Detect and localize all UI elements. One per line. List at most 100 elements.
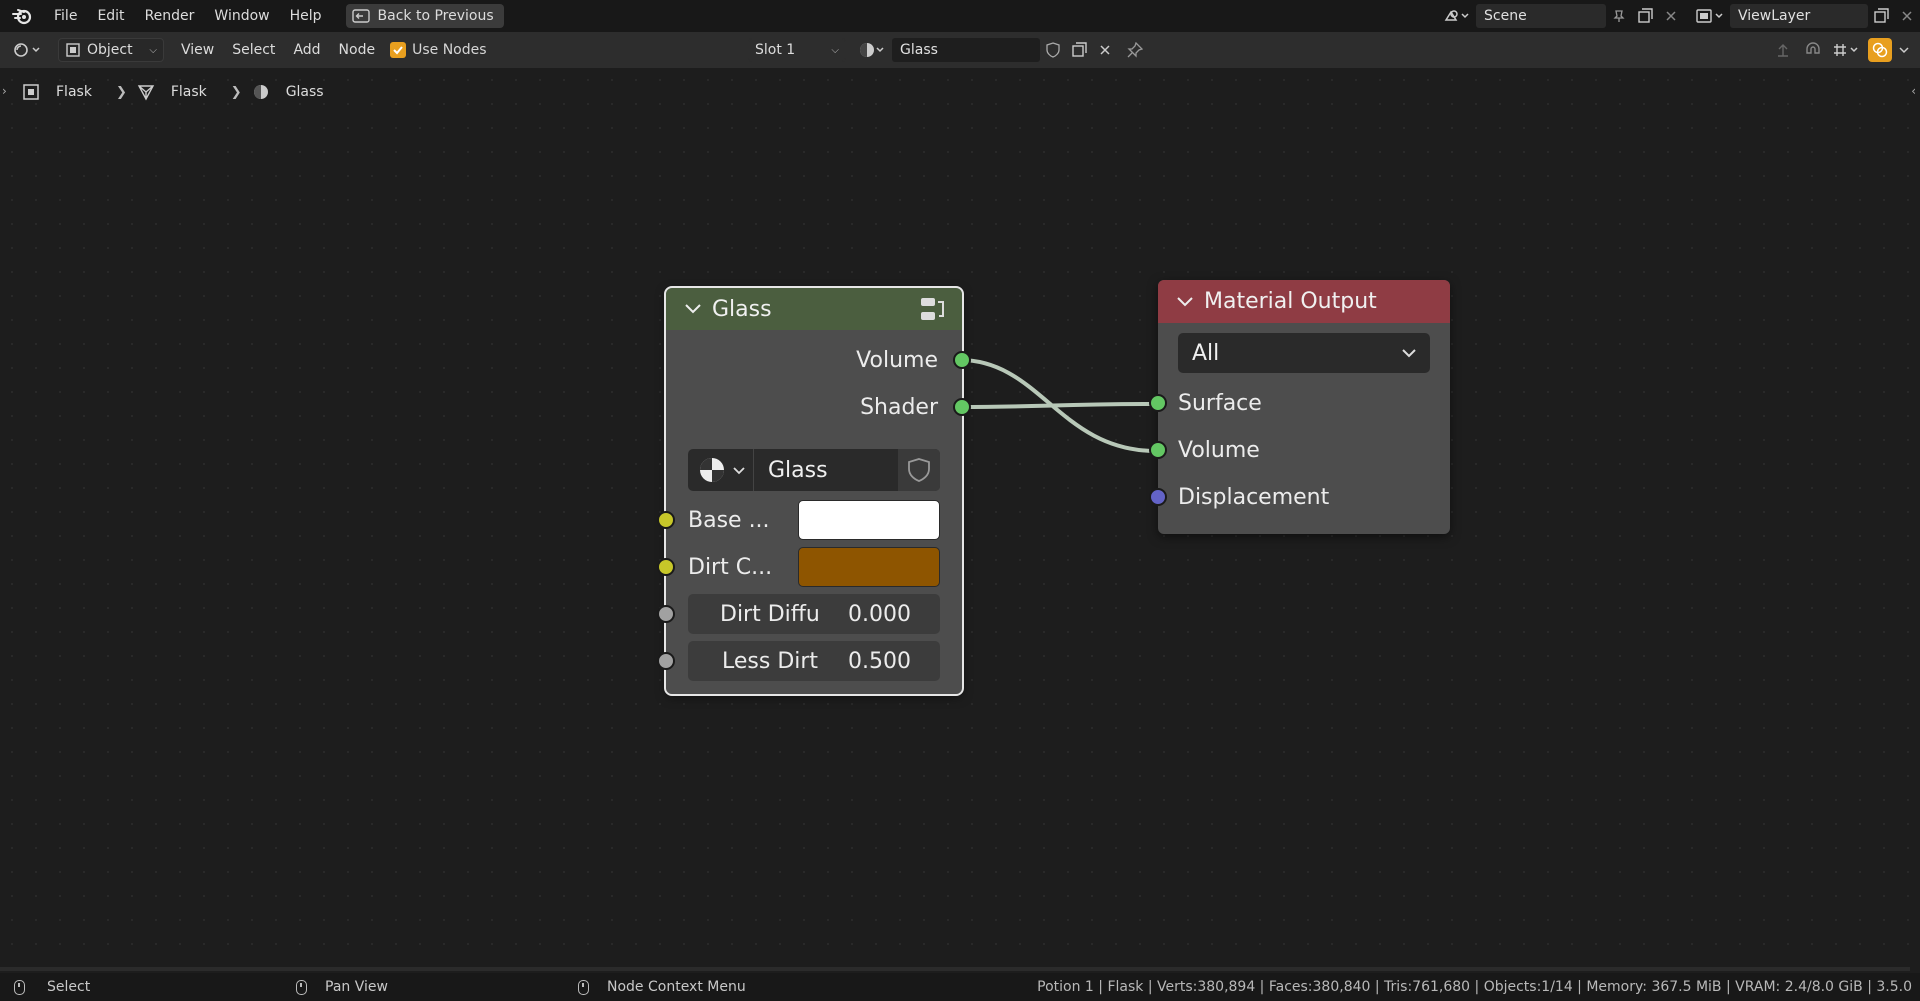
- glass-group-node[interactable]: Glass Volume Shader Glass Base ... Dirt …: [657, 286, 971, 696]
- mouse-right-icon: [578, 979, 589, 995]
- new-view-layer-icon[interactable]: [1868, 4, 1894, 28]
- input-displacement-socket[interactable]: [1149, 488, 1167, 506]
- mesh-icon: [137, 85, 155, 101]
- material-output-header[interactable]: Material Output: [1158, 280, 1450, 323]
- collapse-chevron-icon[interactable]: [684, 303, 702, 315]
- dirt-color-swatch[interactable]: [798, 547, 940, 587]
- new-material-icon[interactable]: [1066, 38, 1092, 62]
- fake-user-button[interactable]: [898, 449, 940, 491]
- status-select-hint: Select: [14, 979, 90, 995]
- view-layer-browse-icon[interactable]: [1690, 4, 1730, 28]
- base-color-swatch[interactable]: [798, 500, 940, 540]
- mouse-middle-icon: [296, 979, 307, 995]
- scene-statistics: Potion 1 | Flask | Verts:380,894 | Faces…: [1037, 979, 1912, 995]
- scene-name: Scene: [1484, 8, 1527, 24]
- material-output-node[interactable]: Material Output All Surface Volume Displ…: [1149, 280, 1450, 534]
- material-name-field[interactable]: Glass: [892, 38, 1040, 62]
- input-base-color-row: Base ...: [688, 505, 770, 535]
- status-bar: Select Pan View Node Context Menu Potion…: [0, 973, 1920, 1001]
- material-icon: [699, 458, 724, 482]
- unlink-material-icon[interactable]: [1092, 38, 1118, 62]
- material-icon: [253, 85, 268, 99]
- sidebar-toggle-right[interactable]: ‹: [1911, 84, 1916, 98]
- blender-logo-icon[interactable]: [0, 0, 44, 32]
- dirt-diffuse-field[interactable]: Dirt Diffu 0.000: [688, 594, 940, 634]
- editor-type-icon[interactable]: [8, 38, 48, 62]
- pin-icon[interactable]: [1122, 38, 1148, 62]
- object-type-dropdown[interactable]: Object ⌵: [58, 38, 164, 62]
- sidebar-toggle-left[interactable]: ›: [2, 84, 7, 98]
- overlays-dropdown-icon[interactable]: [1896, 38, 1912, 62]
- slot-dropdown[interactable]: Slot 1 ⌵: [748, 38, 846, 62]
- menu-window[interactable]: Window: [204, 0, 279, 32]
- glass-node-header[interactable]: Glass: [666, 288, 962, 330]
- input-volume-socket[interactable]: [1149, 441, 1167, 459]
- dirt-diffuse-value: 0.000: [848, 601, 911, 627]
- dirt-diffuse-label: Dirt Diffu: [720, 601, 820, 627]
- snap-icon[interactable]: [1800, 38, 1826, 62]
- menu-select[interactable]: Select: [223, 42, 284, 58]
- slot-label: Slot 1: [755, 42, 796, 58]
- group-name: Glass: [768, 457, 828, 483]
- glass-node-title: Glass: [712, 296, 772, 322]
- shield-icon: [908, 458, 930, 482]
- breadcrumb-mesh: Flask: [170, 84, 207, 100]
- input-dirt-color-socket[interactable]: [657, 558, 675, 576]
- status-pan-label: Pan View: [325, 979, 388, 995]
- chevron-down-icon: ⌵: [149, 44, 157, 56]
- view-layer-field[interactable]: ViewLayer: [1730, 4, 1868, 28]
- output-target-dropdown[interactable]: All: [1178, 333, 1430, 373]
- horizontal-scrollbar[interactable]: [0, 967, 1910, 971]
- node-group-selector[interactable]: Glass: [688, 449, 940, 491]
- output-shader-socket[interactable]: [953, 398, 971, 416]
- chevron-down-icon: [732, 467, 745, 475]
- status-context-hint: Node Context Menu: [578, 979, 746, 995]
- input-base-color-label: Base ...: [688, 507, 770, 533]
- menu-render[interactable]: Render: [135, 0, 205, 32]
- input-surface-label: Surface: [1178, 390, 1262, 416]
- input-less-dirt-socket[interactable]: [657, 652, 675, 670]
- input-dirt-diffuse-socket[interactable]: [657, 605, 675, 623]
- less-dirt-value: 0.500: [848, 648, 911, 674]
- delete-scene-icon[interactable]: [1658, 4, 1684, 28]
- menu-add[interactable]: Add: [284, 42, 329, 58]
- input-volume-label: Volume: [1178, 437, 1260, 463]
- new-scene-icon[interactable]: [1632, 4, 1658, 28]
- output-volume-row: Volume: [856, 345, 938, 375]
- menu-file[interactable]: File: [44, 0, 87, 32]
- less-dirt-field[interactable]: Less Dirt 0.500: [688, 641, 940, 681]
- input-base-color-socket[interactable]: [657, 511, 675, 529]
- collapse-chevron-icon[interactable]: [1176, 296, 1194, 308]
- back-to-previous-button[interactable]: Back to Previous: [345, 4, 504, 28]
- material-name: Glass: [900, 42, 938, 58]
- status-pan-hint: Pan View: [296, 979, 388, 995]
- scene-field[interactable]: Scene: [1476, 4, 1606, 28]
- delete-view-layer-icon[interactable]: [1894, 4, 1920, 28]
- back-to-previous-label: Back to Previous: [377, 8, 494, 24]
- use-nodes-checkbox[interactable]: [390, 42, 407, 58]
- material-output-title: Material Output: [1204, 289, 1377, 314]
- overlays-icon[interactable]: [1868, 38, 1892, 62]
- menu-view[interactable]: View: [172, 42, 223, 58]
- group-browse-button[interactable]: [688, 449, 754, 491]
- breadcrumb-material: Glass: [285, 84, 324, 100]
- pin-scene-icon[interactable]: [1606, 4, 1632, 28]
- mouse-left-icon: [14, 979, 25, 995]
- snap-grid-icon[interactable]: [1830, 38, 1864, 62]
- breadcrumb-object: Flask: [56, 84, 92, 100]
- checkmark-icon: [393, 46, 403, 55]
- fake-user-shield-icon[interactable]: [1040, 38, 1066, 62]
- menu-edit[interactable]: Edit: [87, 0, 134, 32]
- input-surface-socket[interactable]: [1149, 394, 1167, 412]
- use-nodes-toggle[interactable]: Use Nodes: [390, 42, 487, 58]
- menu-node[interactable]: Node: [330, 42, 385, 58]
- scene-browse-icon[interactable]: [1438, 4, 1476, 28]
- output-volume-socket[interactable]: [953, 351, 971, 369]
- material-browse-icon[interactable]: [854, 38, 892, 62]
- parent-node-tree-icon[interactable]: [1770, 38, 1796, 62]
- node-group-icon[interactable]: [918, 294, 946, 324]
- chevron-down-icon: ⌵: [831, 44, 839, 56]
- menu-help[interactable]: Help: [280, 0, 332, 32]
- input-displacement-row: Displacement: [1178, 482, 1329, 512]
- less-dirt-label: Less Dirt: [722, 648, 819, 674]
